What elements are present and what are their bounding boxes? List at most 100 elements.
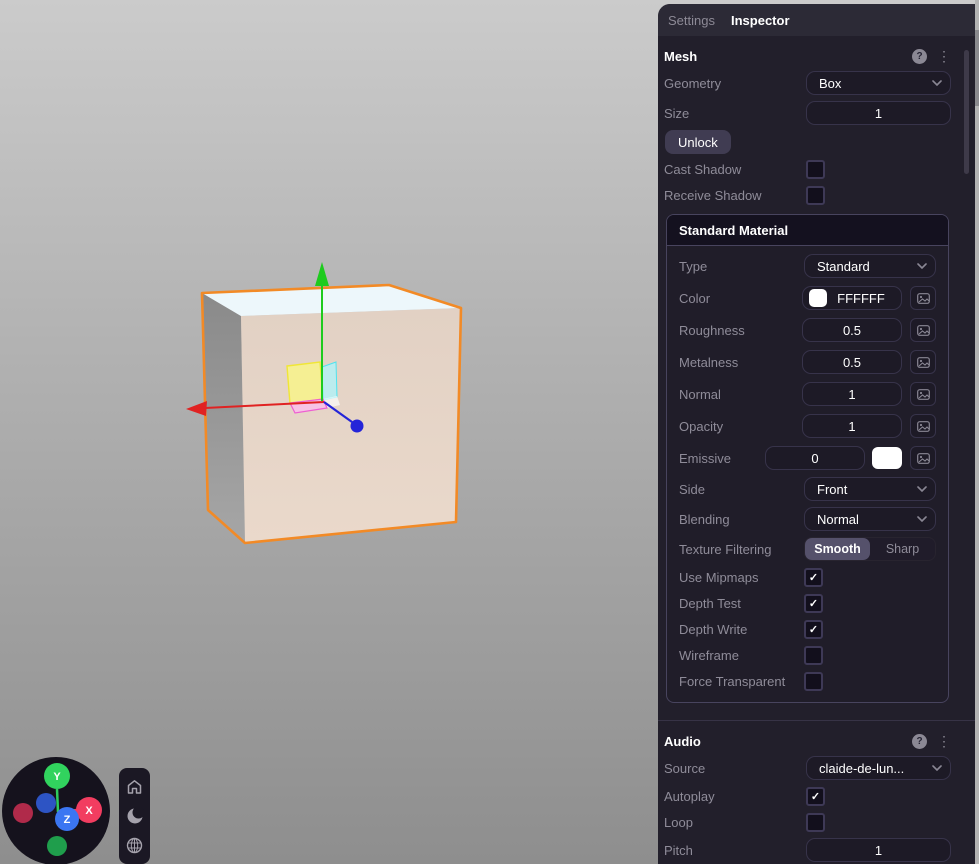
side-row: Side Front bbox=[679, 474, 936, 504]
pitch-value: 1 bbox=[875, 843, 882, 858]
mesh-section-header: Mesh ? ⋮ bbox=[664, 44, 951, 68]
loop-checkbox[interactable] bbox=[806, 813, 825, 832]
emissive-input[interactable]: 0 bbox=[765, 446, 865, 470]
source-select[interactable]: claide-de-lun... bbox=[806, 756, 951, 780]
inspector-content: Mesh ? ⋮ Geometry Box Size 1 Unlock Cast… bbox=[658, 44, 975, 864]
moon-icon bbox=[126, 807, 144, 825]
home-button[interactable] bbox=[125, 777, 145, 797]
autoplay-label: Autoplay bbox=[664, 789, 806, 804]
axis-ball-neg-z[interactable] bbox=[36, 793, 56, 813]
texture-filtering-row: Texture Filtering Smooth Sharp bbox=[679, 534, 936, 564]
use-mipmaps-row: Use Mipmaps bbox=[679, 564, 936, 590]
help-icon[interactable]: ? bbox=[912, 734, 927, 749]
depth-write-label: Depth Write bbox=[679, 622, 804, 637]
emissive-color-swatch[interactable] bbox=[872, 447, 902, 469]
image-icon bbox=[917, 389, 930, 400]
geometry-row: Geometry Box bbox=[664, 68, 951, 98]
orientation-gizmo[interactable]: Y X Z bbox=[0, 753, 115, 864]
pitch-input[interactable]: 1 bbox=[806, 838, 951, 862]
window-scrollbar-track[interactable] bbox=[975, 0, 979, 864]
side-select[interactable]: Front bbox=[804, 477, 936, 501]
metalness-row: Metalness 0.5 bbox=[679, 346, 936, 378]
color-hex-value: FFFFFF bbox=[827, 291, 895, 306]
opacity-input[interactable]: 1 bbox=[802, 414, 902, 438]
shading-toggle-button[interactable] bbox=[125, 806, 145, 826]
gizmo-y-line bbox=[57, 789, 58, 812]
color-swatch[interactable] bbox=[809, 289, 827, 307]
unlock-row: Unlock bbox=[664, 128, 951, 156]
scene-cube[interactable] bbox=[150, 240, 490, 580]
axis-x-arrowhead[interactable] bbox=[186, 401, 207, 416]
metalness-texture-button[interactable] bbox=[910, 350, 936, 374]
depth-test-checkbox[interactable] bbox=[804, 594, 823, 613]
texture-filtering-smooth[interactable]: Smooth bbox=[805, 538, 870, 560]
gizmo-cube-cyan-face[interactable] bbox=[322, 362, 337, 400]
image-icon bbox=[917, 421, 930, 432]
material-subpanel: Standard Material Type Standard Color F bbox=[666, 214, 949, 703]
normal-label: Normal bbox=[679, 387, 802, 402]
window-scrollbar-thumb[interactable] bbox=[975, 30, 979, 106]
size-input[interactable]: 1 bbox=[806, 101, 951, 125]
tab-settings[interactable]: Settings bbox=[668, 13, 715, 28]
normal-input[interactable]: 1 bbox=[802, 382, 902, 406]
unlock-button[interactable]: Unlock bbox=[665, 130, 731, 154]
depth-test-label: Depth Test bbox=[679, 596, 804, 611]
kebab-menu-icon[interactable]: ⋮ bbox=[937, 734, 951, 748]
metalness-label: Metalness bbox=[679, 355, 802, 370]
blending-value: Normal bbox=[817, 512, 911, 527]
wireframe-label: Wireframe bbox=[679, 648, 804, 663]
force-transparent-checkbox[interactable] bbox=[804, 672, 823, 691]
help-icon[interactable]: ? bbox=[912, 49, 927, 64]
normal-texture-button[interactable] bbox=[910, 382, 936, 406]
axis-y-arrowhead[interactable] bbox=[315, 262, 329, 286]
autoplay-row: Autoplay bbox=[664, 783, 951, 809]
pitch-label: Pitch bbox=[664, 843, 806, 858]
emissive-texture-button[interactable] bbox=[910, 446, 936, 470]
roughness-row: Roughness 0.5 bbox=[679, 314, 936, 346]
gizmo-cube-yellow-face[interactable] bbox=[287, 362, 323, 404]
type-select[interactable]: Standard bbox=[804, 254, 936, 278]
panel-scrollbar-thumb[interactable] bbox=[964, 50, 969, 174]
receive-shadow-label: Receive Shadow bbox=[664, 188, 806, 203]
image-icon bbox=[917, 357, 930, 368]
tab-inspector[interactable]: Inspector bbox=[731, 13, 790, 28]
material-title: Standard Material bbox=[679, 223, 948, 238]
chevron-down-icon bbox=[932, 80, 942, 86]
color-row: Color FFFFFF bbox=[679, 282, 936, 314]
axis-label-y: Y bbox=[53, 771, 61, 783]
geometry-label: Geometry bbox=[664, 76, 806, 91]
roughness-texture-button[interactable] bbox=[910, 318, 936, 342]
axis-ball-neg-y[interactable] bbox=[47, 836, 67, 856]
grid-toggle-button[interactable] bbox=[125, 835, 145, 855]
autoplay-checkbox[interactable] bbox=[806, 787, 825, 806]
geometry-select[interactable]: Box bbox=[806, 71, 951, 95]
type-row: Type Standard bbox=[679, 250, 936, 282]
audio-section-title: Audio bbox=[664, 734, 912, 749]
wireframe-checkbox[interactable] bbox=[804, 646, 823, 665]
receive-shadow-row: Receive Shadow bbox=[664, 182, 951, 208]
color-input[interactable]: FFFFFF bbox=[802, 286, 902, 310]
opacity-texture-button[interactable] bbox=[910, 414, 936, 438]
texture-filtering-label: Texture Filtering bbox=[679, 542, 804, 557]
axis-label-x: X bbox=[85, 805, 93, 817]
emissive-label: Emissive bbox=[679, 451, 765, 466]
use-mipmaps-label: Use Mipmaps bbox=[679, 570, 804, 585]
emissive-row: Emissive 0 bbox=[679, 442, 936, 474]
depth-write-checkbox[interactable] bbox=[804, 620, 823, 639]
metalness-input[interactable]: 0.5 bbox=[802, 350, 902, 374]
blending-select[interactable]: Normal bbox=[804, 507, 936, 531]
mesh-section-title: Mesh bbox=[664, 49, 912, 64]
use-mipmaps-checkbox[interactable] bbox=[804, 568, 823, 587]
axis-z-handle[interactable] bbox=[351, 420, 364, 433]
axis-ball-neg-x[interactable] bbox=[13, 803, 33, 823]
texture-filtering-sharp[interactable]: Sharp bbox=[870, 538, 935, 560]
receive-shadow-checkbox[interactable] bbox=[806, 186, 825, 205]
roughness-input[interactable]: 0.5 bbox=[802, 318, 902, 342]
normal-value: 1 bbox=[848, 387, 855, 402]
color-texture-button[interactable] bbox=[910, 286, 936, 310]
geometry-value: Box bbox=[819, 76, 926, 91]
type-label: Type bbox=[679, 259, 804, 274]
metalness-value: 0.5 bbox=[843, 355, 861, 370]
cast-shadow-checkbox[interactable] bbox=[806, 160, 825, 179]
kebab-menu-icon[interactable]: ⋮ bbox=[937, 49, 951, 63]
